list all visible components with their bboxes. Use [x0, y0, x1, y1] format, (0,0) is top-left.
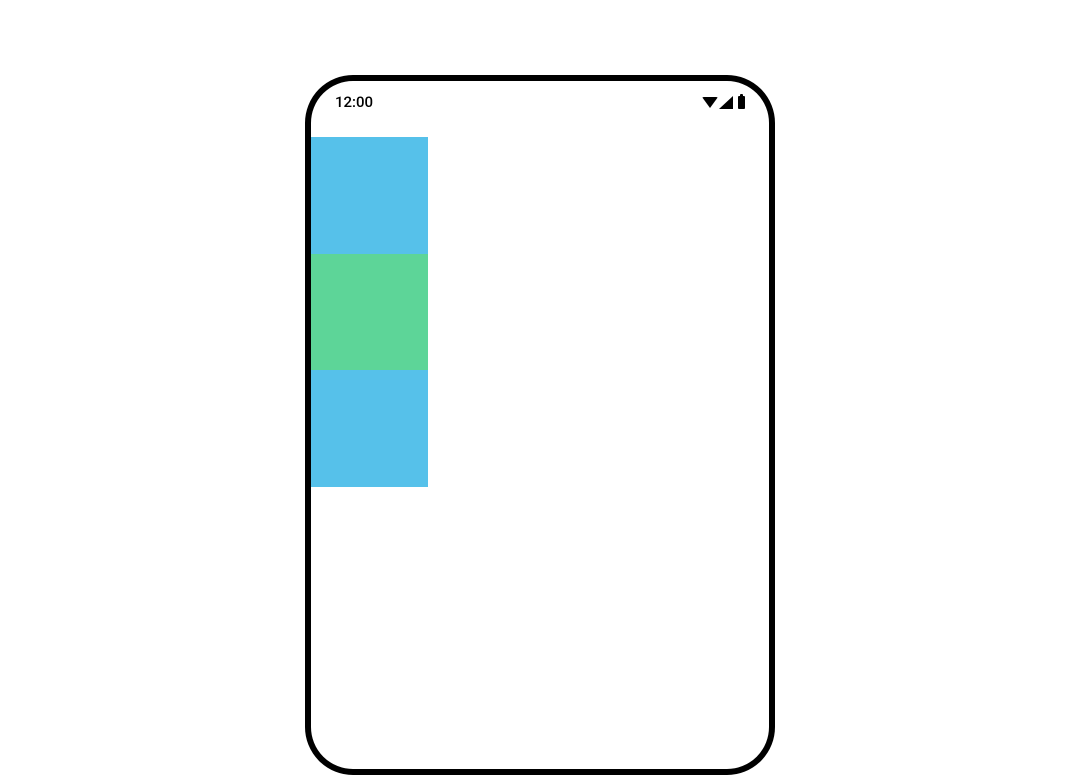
- block-top: [311, 137, 428, 254]
- battery-icon: [738, 96, 745, 109]
- block-bottom: [311, 370, 428, 487]
- status-time: 12:00: [335, 93, 373, 111]
- color-stack: [311, 137, 428, 487]
- wifi-icon: [702, 97, 718, 108]
- content-area: [311, 119, 769, 487]
- status-icons: [702, 96, 745, 109]
- block-middle: [311, 254, 428, 371]
- cellular-signal-icon: [719, 96, 733, 109]
- status-bar: 12:00: [311, 81, 769, 119]
- phone-frame: 12:00: [305, 75, 775, 775]
